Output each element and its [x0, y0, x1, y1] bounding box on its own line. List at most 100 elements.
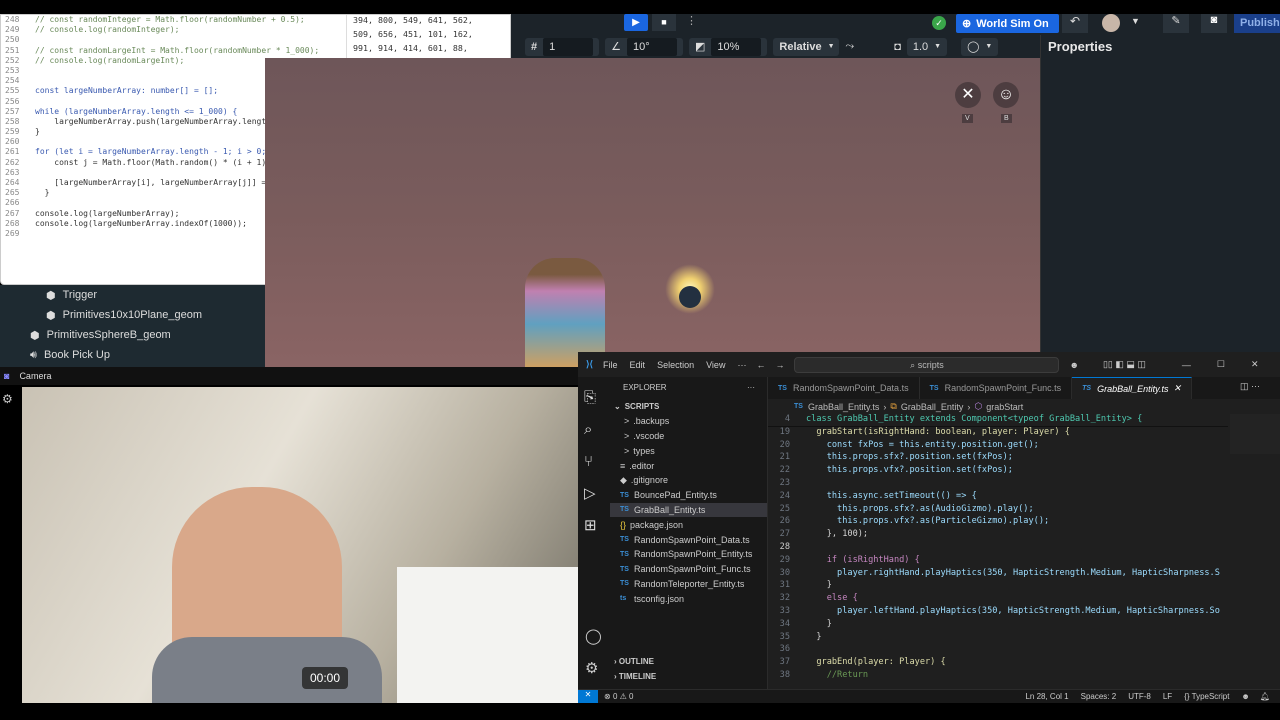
timeline-section[interactable]: › TIMELINE [614, 672, 656, 681]
chevron-down-icon[interactable]: ▼ [1131, 16, 1140, 26]
file-item[interactable]: TS GrabBall_Entity.ts [610, 502, 767, 518]
code-editor[interactable]: 4 class GrabBall_Entity extends Component… [768, 414, 1228, 689]
angle-snap[interactable]: ∠ 10° [605, 37, 683, 56]
circle-icon: ◯ [967, 41, 980, 53]
file-item[interactable]: > .vscode [610, 429, 767, 444]
ts-file-icon: TS [1082, 385, 1092, 392]
problems-indicator[interactable]: ⊗ 0 ⚠ 0 [604, 692, 633, 701]
hierarchy-item[interactable]: ⬢ Trigger [0, 285, 265, 305]
minimize-icon[interactable]: — [1182, 360, 1191, 370]
file-icon: ◆ [620, 474, 627, 485]
3d-viewport[interactable]: ✕ V ☺ B [265, 58, 1040, 368]
command-search-input[interactable]: ⌕ scripts [794, 356, 1060, 373]
grab-ball[interactable] [679, 286, 701, 308]
extensions-icon[interactable]: ⊞ [584, 510, 604, 542]
file-name: .editor [629, 460, 655, 471]
menu-item[interactable]: Edit [630, 360, 646, 370]
avatar[interactable] [1102, 14, 1120, 32]
world-sim-toggle[interactable]: ⊕ World Sim On [956, 14, 1059, 33]
code-line: 27 }, 100); [768, 529, 1228, 542]
encoding[interactable]: UTF-8 [1128, 692, 1151, 701]
line-number: 36 [779, 644, 790, 655]
manage-gear-icon[interactable]: ⚙ [585, 659, 598, 677]
file-item[interactable]: TS RandomSpawnPoint_Func.ts [610, 562, 767, 577]
code-line: 38 //Return [768, 670, 1228, 683]
file-item[interactable]: TS RandomSpawnPoint_Data.ts [610, 532, 767, 547]
close-icon[interactable]: ✕ [1251, 359, 1259, 370]
grid-snap[interactable]: #1 [525, 37, 600, 56]
render-mode-dropdown[interactable]: ◯ ▼ [961, 37, 999, 56]
split-editor-icon[interactable]: ◫ ··· [1240, 381, 1260, 392]
file-item[interactable]: TS RandomSpawnPoint_Entity.ts [610, 547, 767, 562]
language-mode[interactable]: {} TypeScript [1184, 692, 1229, 701]
back-arrow-icon[interactable]: ← [756, 360, 765, 370]
edit-tool-button[interactable]: ✎ [1163, 14, 1189, 33]
copilot-icon[interactable]: ☻ [1241, 692, 1249, 701]
line-number: 251 [5, 45, 20, 55]
pivot-icon[interactable]: ⤳ [845, 40, 854, 53]
eol[interactable]: LF [1163, 692, 1172, 701]
file-name: GrabBall_Entity.ts [634, 504, 706, 515]
scale-snap[interactable]: ◩ 10% [689, 37, 768, 56]
file-item[interactable]: ts tsconfig.json [610, 591, 767, 606]
run-debug-icon[interactable]: ▷ [584, 478, 604, 510]
stop-button[interactable]: ■ [652, 14, 676, 31]
chevron-down-icon: ▼ [985, 43, 993, 50]
undo-button[interactable]: ↶ [1062, 14, 1088, 33]
status-bar: ✕ ⊗ 0 ⚠ 0 Ln 28, Col 1 Spaces: 2 UTF-8 L… [578, 689, 1280, 703]
code-text: // console.log(randomLargeInt); [35, 55, 185, 65]
space-dropdown[interactable]: Relative ▼ [773, 37, 840, 56]
hierarchy-panel: ⬢ Trigger ⬢ Primitives10x10Plane_geom ⬢ Primi… [0, 285, 265, 367]
emote-button[interactable]: ☺ [993, 82, 1019, 108]
notifications-icon[interactable]: 🔔︎ [1260, 692, 1270, 701]
hierarchy-item[interactable]: ⬢ PrimitivesSphereB_geom [0, 325, 265, 345]
publish-button[interactable]: Publish [1234, 14, 1280, 33]
indentation[interactable]: Spaces: 2 [1081, 692, 1117, 701]
maximize-icon[interactable]: ☐ [1217, 359, 1225, 370]
hierarchy-label: PrimitivesSphereB_geom [46, 329, 171, 341]
more-actions-icon[interactable]: ··· [747, 383, 755, 399]
code-line: 21 this.props.sfx?.position.set(fxPos); [768, 452, 1228, 465]
editor-tab[interactable]: TS RandomSpawnPoint_Data.ts [768, 377, 920, 399]
cursor-position[interactable]: Ln 28, Col 1 [1025, 692, 1068, 701]
editor-tab[interactable]: TS GrabBall_Entity.ts ✕ [1072, 377, 1193, 399]
code-line: 26 this.props.vfx?.as(ParticleGizmo).pla… [768, 516, 1228, 529]
explorer-icon[interactable]: ⎘ [584, 382, 604, 414]
hierarchy-item[interactable]: ⬢ Primitives10x10Plane_geom [0, 305, 265, 325]
account-icon[interactable]: ◯ [585, 627, 602, 645]
play-button[interactable]: ▶ [624, 14, 648, 31]
file-item[interactable]: ≡ .editor [610, 458, 767, 473]
file-item[interactable]: ◆ .gitignore [610, 473, 767, 488]
line-number: 23 [779, 477, 790, 488]
layout-icon[interactable]: ▯▯ ◧ ⬓ ◫ [1103, 359, 1146, 370]
file-item[interactable]: > types [610, 443, 767, 458]
vr-headset-button[interactable]: ◙ [1201, 14, 1227, 33]
ts-file-icon: TS [778, 384, 787, 392]
file-name: BouncePad_Entity.ts [634, 490, 717, 501]
camera-speed-dropdown[interactable]: 1.0 ▼ [906, 37, 948, 56]
search-icon[interactable]: ⌕ [584, 414, 604, 446]
more-icon[interactable]: ⋮ [686, 14, 697, 27]
remote-icon[interactable]: ✕ [578, 690, 598, 703]
file-item[interactable]: TS RandomTeleporter_Entity.ts [610, 577, 767, 592]
source-control-icon[interactable]: ⑂ [584, 446, 604, 478]
file-item[interactable]: {} package.json [610, 517, 767, 532]
folder-scripts[interactable]: ⌄ SCRIPTS [610, 399, 767, 414]
minimap[interactable] [1230, 414, 1280, 454]
code-line: 22 this.props.vfx?.position.set(fxPos); [768, 465, 1228, 478]
file-item[interactable]: TS BouncePad_Entity.ts [610, 488, 767, 503]
hierarchy-item[interactable]: 🔊︎ Book Pick Up [0, 345, 265, 365]
forward-arrow-icon[interactable]: → [775, 360, 784, 370]
menu-item[interactable]: View [706, 360, 725, 370]
menu-item[interactable]: File [603, 360, 618, 370]
copilot-icon[interactable]: ☻ [1069, 360, 1078, 370]
chevron-down-icon: ▼ [934, 43, 942, 50]
outline-section[interactable]: › OUTLINE [614, 657, 654, 666]
close-tab-icon[interactable]: ✕ [1174, 383, 1182, 394]
editor-tab[interactable]: TS RandomSpawnPoint_Func.ts [920, 377, 1073, 399]
menu-item[interactable]: ··· [737, 360, 746, 370]
settings-gear-icon[interactable]: ⚙ [2, 392, 13, 406]
file-item[interactable]: > .backups [610, 414, 767, 429]
mute-mic-button[interactable]: ✕ [955, 82, 981, 108]
menu-item[interactable]: Selection [657, 360, 694, 370]
